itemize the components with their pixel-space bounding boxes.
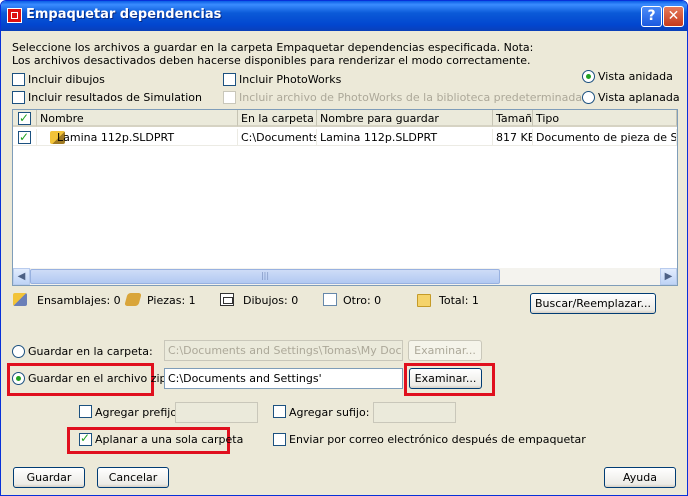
add-prefix-label: Agregar prefijo: bbox=[95, 406, 181, 419]
row-name: Lamina 112p.SLDPRT bbox=[37, 129, 238, 146]
nested-view-radio[interactable] bbox=[582, 70, 595, 83]
row-check-cell bbox=[13, 129, 37, 146]
save-button[interactable]: Guardar bbox=[13, 467, 85, 488]
add-prefix-checkbox[interactable] bbox=[79, 405, 92, 418]
add-suffix-label: Agregar sufijo: bbox=[289, 406, 370, 419]
flat-view-radio[interactable] bbox=[582, 91, 595, 104]
assembly-icon bbox=[13, 293, 27, 306]
app-icon bbox=[7, 8, 22, 23]
flat-view-label: Vista aplanada bbox=[598, 91, 680, 104]
zip-path-field[interactable]: C:\Documents and Settings' bbox=[164, 368, 403, 389]
horizontal-scrollbar[interactable]: ◀ ||| ▶ bbox=[13, 268, 677, 285]
column-header-name[interactable]: Nombre bbox=[37, 110, 238, 127]
save-zip-label: Guardar en el archivo zip: bbox=[28, 372, 171, 385]
window-title: Empaquetar dependencias bbox=[26, 7, 222, 22]
include-drawings-label: Incluir dibujos bbox=[28, 73, 105, 86]
help-button[interactable]: Ayuda bbox=[604, 467, 676, 488]
cancel-button[interactable]: Cancelar bbox=[97, 467, 169, 488]
save-folder-label: Guardar en la carpeta: bbox=[28, 345, 153, 358]
include-simulation-label: Incluir resultados de Simulation bbox=[28, 91, 203, 104]
flatten-label: Aplanar a una sola carpeta bbox=[95, 433, 244, 446]
total-count: Total: 1 bbox=[439, 294, 479, 307]
save-folder-radio[interactable] bbox=[12, 345, 25, 358]
include-photoworks-label: Incluir PhotoWorks bbox=[239, 73, 342, 86]
email-label: Enviar por correo electrónico después de… bbox=[289, 433, 586, 446]
drawings-count: Dibujos: 0 bbox=[243, 294, 299, 307]
folder-icon bbox=[417, 294, 431, 307]
help-titlebar-button[interactable]: ? bbox=[641, 6, 662, 27]
scroll-right-icon[interactable]: ▶ bbox=[660, 268, 677, 285]
folder-path-field[interactable]: C:\Documents and Settings\Tomas\My Docum… bbox=[164, 340, 403, 361]
drawing-icon bbox=[220, 293, 234, 306]
other-file-icon bbox=[323, 293, 337, 306]
row-type: Documento de pieza de SolidW bbox=[533, 129, 677, 146]
select-all-checkbox[interactable] bbox=[18, 110, 31, 125]
column-header-folder[interactable]: En la carpeta bbox=[238, 110, 317, 127]
prefix-field[interactable] bbox=[175, 402, 258, 423]
intro-line-1: Seleccione los archivos a guardar en la … bbox=[12, 41, 534, 54]
include-photoworks-library-checkbox[interactable] bbox=[223, 91, 236, 104]
other-count: Otro: 0 bbox=[343, 294, 382, 307]
column-header-save-name[interactable]: Nombre para guardar bbox=[317, 110, 493, 127]
close-button[interactable]: ✕ bbox=[663, 6, 684, 27]
file-table[interactable]: Nombre En la carpeta Nombre para guardar… bbox=[12, 109, 678, 286]
browse-folder-button[interactable]: Examinar... bbox=[408, 340, 482, 361]
parts-count: Piezas: 1 bbox=[147, 294, 196, 307]
include-photoworks-library-label: Incluir archivo de PhotoWorks de la bibl… bbox=[239, 91, 583, 104]
title-bar[interactable]: Empaquetar dependencias ? ✕ bbox=[1, 1, 687, 31]
email-checkbox[interactable] bbox=[273, 433, 286, 446]
add-suffix-checkbox[interactable] bbox=[273, 405, 286, 418]
assemblies-count: Ensamblajes: 0 bbox=[37, 294, 121, 307]
row-save-name[interactable]: Lamina 112p.SLDPRT bbox=[317, 129, 493, 146]
include-drawings-checkbox[interactable] bbox=[12, 73, 25, 86]
suffix-field[interactable] bbox=[373, 402, 456, 423]
row-size: 817 KB bbox=[493, 129, 533, 146]
include-simulation-checkbox[interactable] bbox=[12, 91, 25, 104]
pack-and-go-dialog: Empaquetar dependencias ? ✕ Seleccione l… bbox=[0, 0, 688, 496]
row-folder: C:\Documents a bbox=[238, 129, 317, 146]
select-all-header[interactable] bbox=[13, 110, 37, 127]
row-checkbox[interactable] bbox=[18, 129, 31, 145]
browse-zip-button[interactable]: Examinar... bbox=[409, 368, 482, 389]
column-header-size[interactable]: Tamaño bbox=[493, 110, 533, 127]
scroll-thumb[interactable]: ||| bbox=[30, 269, 500, 284]
intro-line-2: Los archivos desactivados deben hacerse … bbox=[12, 54, 531, 67]
column-header-type[interactable]: Tipo bbox=[533, 110, 677, 127]
part-icon bbox=[124, 293, 142, 306]
search-replace-button[interactable]: Buscar/Reemplazar... bbox=[530, 293, 656, 314]
save-zip-radio[interactable] bbox=[12, 372, 25, 385]
flatten-checkbox[interactable] bbox=[79, 431, 92, 446]
scroll-left-icon[interactable]: ◀ bbox=[13, 268, 30, 285]
nested-view-label: Vista anidada bbox=[598, 70, 673, 83]
include-photoworks-checkbox[interactable] bbox=[223, 73, 236, 86]
